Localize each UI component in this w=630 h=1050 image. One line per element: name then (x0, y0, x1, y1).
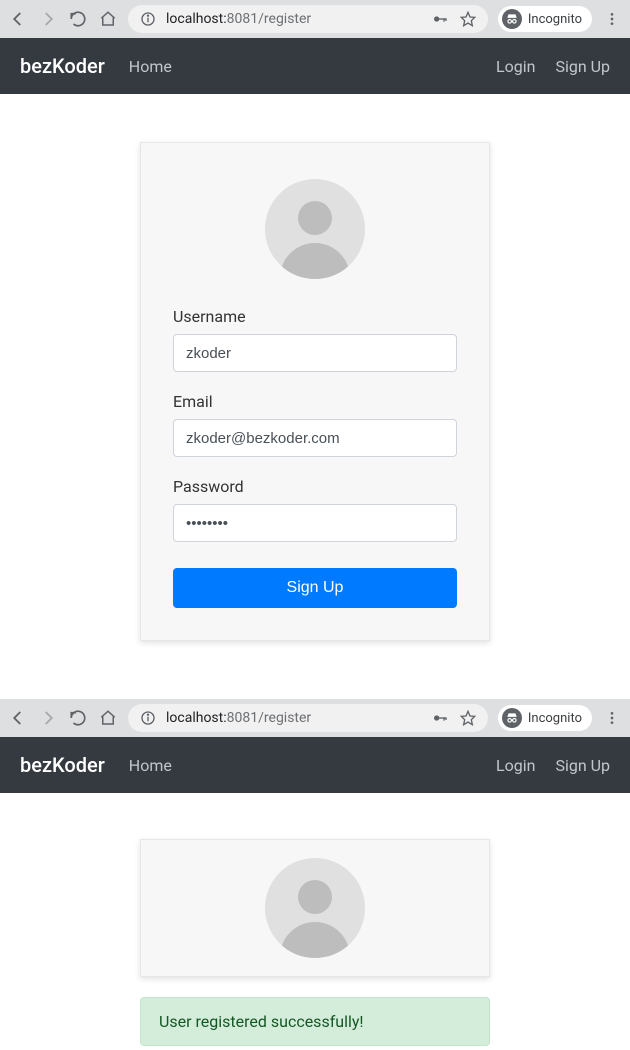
nav-signup[interactable]: Sign Up (555, 57, 610, 76)
address-bar[interactable]: localhost:8081/register (128, 704, 488, 732)
brand-logo[interactable]: bezKoder (20, 753, 105, 777)
avatar-wrap (173, 858, 457, 958)
info-icon[interactable] (138, 708, 158, 728)
incognito-label: Incognito (528, 711, 582, 726)
reload-icon[interactable] (68, 9, 88, 29)
info-icon[interactable] (138, 9, 158, 29)
avatar-placeholder-icon (265, 179, 365, 279)
avatar-wrap (173, 179, 457, 279)
home-icon[interactable] (98, 9, 118, 29)
nav-home[interactable]: Home (129, 756, 172, 775)
star-icon[interactable] (458, 708, 478, 728)
username-input[interactable] (173, 334, 457, 372)
register-success-card (140, 839, 490, 977)
incognito-badge[interactable]: Incognito (498, 705, 592, 731)
password-input[interactable] (173, 504, 457, 542)
address-bar[interactable]: localhost:8081/register (128, 5, 488, 33)
menu-icon[interactable] (602, 708, 622, 728)
password-label: Password (173, 477, 457, 496)
key-icon[interactable] (430, 9, 450, 29)
incognito-icon (502, 9, 522, 29)
key-icon[interactable] (430, 708, 450, 728)
register-card: Username Email Password Sign Up (140, 142, 490, 641)
success-alert: User registered successfully! (140, 997, 490, 1046)
forward-icon[interactable] (38, 708, 58, 728)
home-icon[interactable] (98, 708, 118, 728)
incognito-icon (502, 708, 522, 728)
reload-icon[interactable] (68, 708, 88, 728)
menu-icon[interactable] (602, 9, 622, 29)
back-icon[interactable] (8, 9, 28, 29)
email-label: Email (173, 392, 457, 411)
nav-login[interactable]: Login (496, 756, 535, 775)
nav-login[interactable]: Login (496, 57, 535, 76)
signup-button[interactable]: Sign Up (173, 568, 457, 608)
forward-icon[interactable] (38, 9, 58, 29)
app-navbar-2: bezKoder Home Login Sign Up (0, 737, 630, 793)
nav-home[interactable]: Home (129, 57, 172, 76)
browser-toolbar-2: localhost:8081/register Incognito (0, 699, 630, 737)
email-input[interactable] (173, 419, 457, 457)
username-label: Username (173, 307, 457, 326)
app-navbar-1: bezKoder Home Login Sign Up (0, 38, 630, 94)
page-content-2: User registered successfully! (0, 793, 630, 1046)
page-content-1: Username Email Password Sign Up (0, 94, 630, 689)
url-text: localhost:8081/register (166, 11, 422, 27)
avatar-placeholder-icon (265, 858, 365, 958)
url-text: localhost:8081/register (166, 710, 422, 726)
star-icon[interactable] (458, 9, 478, 29)
nav-signup[interactable]: Sign Up (555, 756, 610, 775)
incognito-badge[interactable]: Incognito (498, 6, 592, 32)
back-icon[interactable] (8, 708, 28, 728)
browser-toolbar-1: localhost:8081/register Incognito (0, 0, 630, 38)
brand-logo[interactable]: bezKoder (20, 54, 105, 78)
incognito-label: Incognito (528, 12, 582, 27)
